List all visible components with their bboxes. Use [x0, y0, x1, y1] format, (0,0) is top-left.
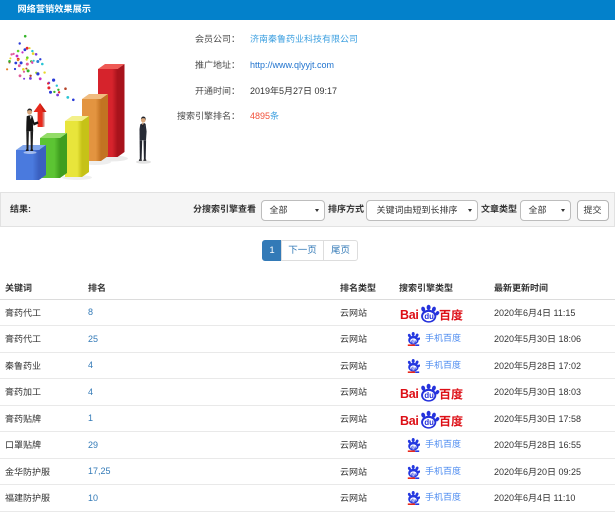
- svg-text:Bai: Bai: [400, 308, 419, 322]
- svg-text:du: du: [411, 498, 417, 503]
- svg-text:du: du: [411, 445, 417, 450]
- svg-text:du: du: [424, 391, 434, 400]
- svg-text:du: du: [424, 418, 434, 427]
- svg-text:百度: 百度: [439, 412, 463, 429]
- svg-text:du: du: [411, 366, 417, 371]
- svg-text:du: du: [411, 472, 417, 477]
- svg-text:Bai: Bai: [400, 387, 419, 401]
- svg-text:百度: 百度: [439, 386, 463, 403]
- svg-text:百度: 百度: [439, 306, 463, 323]
- svg-text:du: du: [424, 312, 434, 321]
- svg-text:Bai: Bai: [400, 414, 419, 428]
- svg-text:du: du: [411, 339, 417, 344]
